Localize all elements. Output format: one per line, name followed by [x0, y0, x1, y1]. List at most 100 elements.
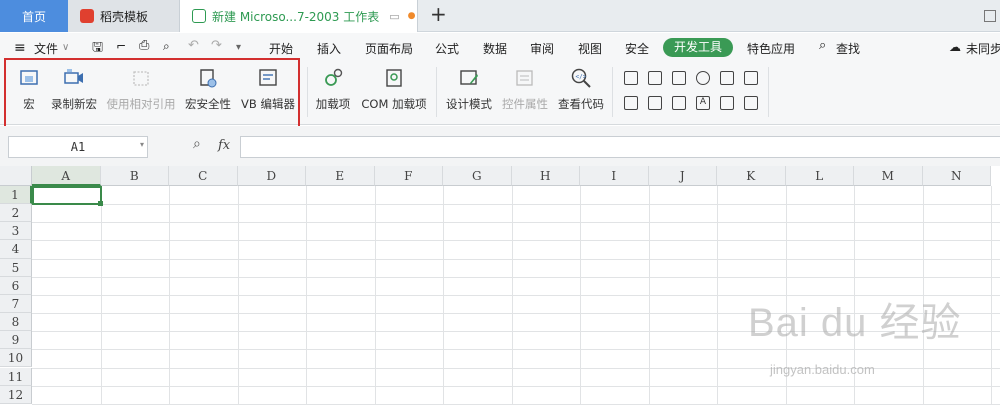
design-mode-button[interactable]: 设计模式 — [443, 61, 495, 123]
column-header[interactable]: E — [306, 166, 375, 186]
search-icon[interactable]: ⌕ — [819, 38, 826, 53]
menu-search[interactable]: 查找 — [836, 40, 860, 57]
grid-hline — [32, 222, 1000, 224]
print-icon[interactable]: ⎙ — [139, 38, 149, 53]
column-header[interactable]: L — [785, 166, 854, 186]
redo-icon[interactable]: ↷ — [211, 38, 222, 53]
tab-home[interactable]: 首页 — [0, 0, 68, 32]
formula-input[interactable] — [240, 136, 1000, 158]
radio-control-icon[interactable] — [696, 71, 710, 85]
column-header[interactable]: N — [922, 166, 991, 186]
column-header[interactable]: A — [32, 166, 101, 186]
customize-chevron-icon[interactable]: ▾ — [236, 42, 241, 53]
listbox-control-icon[interactable] — [720, 71, 734, 85]
button-control-icon[interactable] — [648, 71, 662, 85]
fx-icon[interactable]: fx — [218, 138, 230, 153]
frame-control-icon[interactable] — [744, 96, 758, 110]
new-tab-button[interactable]: + — [430, 2, 447, 26]
format-painter-icon[interactable]: ⌐ — [116, 39, 126, 53]
view-code-label: 查看代码 — [558, 97, 604, 111]
text-control-icon[interactable]: A — [696, 96, 710, 110]
row-header[interactable]: 10 — [0, 349, 32, 368]
view-code-button[interactable]: </> 查看代码 — [555, 61, 607, 123]
addins-label: 加载项 — [315, 97, 351, 111]
column-header[interactable]: C — [169, 166, 238, 186]
row-header[interactable]: 11 — [0, 367, 32, 386]
row-header[interactable]: 3 — [0, 222, 32, 241]
window-icon[interactable] — [984, 10, 996, 22]
spin-control-icon[interactable] — [648, 96, 662, 110]
chevron-down-icon[interactable]: ∨ — [62, 42, 69, 53]
com-addins-icon — [386, 69, 402, 87]
watermark: Bai du 经验 — [748, 301, 962, 345]
row-header[interactable]: 8 — [0, 313, 32, 332]
row-header[interactable]: 6 — [0, 276, 32, 295]
name-box-chevron-icon[interactable]: ▾ — [140, 140, 144, 149]
addins-button[interactable]: 加载项 — [312, 61, 354, 123]
save-icon[interactable]: 🖫 — [92, 38, 103, 60]
control-properties-button[interactable]: 控件属性 — [499, 61, 551, 123]
zoom-search-icon[interactable]: ⌕ — [193, 136, 201, 152]
com-addins-button[interactable]: COM 加载项 — [358, 61, 430, 123]
view-code-icon: </> — [571, 68, 591, 88]
column-header[interactable]: H — [511, 166, 580, 186]
row-header[interactable]: 5 — [0, 258, 32, 277]
column-header[interactable]: K — [717, 166, 786, 186]
grid-hline — [32, 276, 1000, 278]
menu-insert[interactable]: 插入 — [317, 40, 341, 57]
svg-text:</>: </> — [576, 74, 587, 81]
menu-file[interactable]: 文件 — [34, 40, 58, 57]
row-header[interactable]: 4 — [0, 240, 32, 259]
grid-hline — [32, 204, 1000, 206]
select-all-corner[interactable] — [0, 166, 32, 186]
row-header[interactable]: 7 — [0, 294, 32, 314]
menu-special[interactable]: 特色应用 — [747, 40, 795, 57]
combobox-control-icon[interactable] — [624, 96, 638, 110]
image-control-icon[interactable] — [720, 96, 734, 110]
column-header[interactable]: M — [854, 166, 923, 186]
sync-status[interactable]: 未同步 — [966, 40, 1000, 57]
column-header[interactable]: D — [237, 166, 306, 186]
undo-icon[interactable]: ↶ — [188, 38, 199, 53]
column-header[interactable]: G — [443, 166, 512, 186]
column-header[interactable]: I — [580, 166, 649, 186]
docer-logo-icon — [80, 9, 94, 23]
print-preview-icon[interactable]: ⌕ — [163, 39, 170, 54]
menu-bar: ≡ 文件 ∨ 🖫 ⌐ ⎙ ⌕ ↶ ↷ ▾ 开始 插入 页面布局 公式 数据 审阅… — [0, 33, 1000, 61]
menu-view[interactable]: 视图 — [578, 40, 602, 57]
column-header[interactable]: J — [648, 166, 717, 186]
textbox-control-icon[interactable] — [744, 71, 758, 85]
hamburger-icon[interactable]: ≡ — [14, 40, 26, 56]
unsaved-dot-icon: ● — [407, 11, 416, 21]
menu-review[interactable]: 审阅 — [530, 40, 554, 57]
menu-formula[interactable]: 公式 — [435, 40, 459, 57]
column-header[interactable]: F — [374, 166, 443, 186]
active-cell[interactable] — [32, 186, 102, 205]
label-control-icon[interactable] — [672, 71, 686, 85]
menu-page-layout[interactable]: 页面布局 — [365, 40, 413, 57]
name-box[interactable]: A1 — [8, 136, 148, 158]
checkbox-control-icon[interactable] — [624, 71, 638, 85]
menu-start[interactable]: 开始 — [269, 40, 293, 57]
cloud-icon[interactable]: ☁ — [949, 40, 961, 54]
row-header[interactable]: 12 — [0, 385, 32, 404]
grid-hline — [32, 349, 1000, 351]
menu-data[interactable]: 数据 — [483, 40, 507, 57]
row-header[interactable]: 1 — [0, 186, 32, 205]
tab-document-label: 新建 Microso...7-2003 工作表 — [212, 9, 380, 24]
spreadsheet-icon — [192, 9, 206, 23]
monitor-icon[interactable]: ▭ — [389, 10, 399, 23]
formula-bar: A1 ▾ ⌕ fx — [0, 126, 1000, 166]
row-header[interactable]: 2 — [0, 204, 32, 223]
highlight-box — [4, 58, 300, 128]
grid-hline — [32, 240, 1000, 242]
ribbon-divider — [307, 67, 308, 117]
row-header[interactable]: 9 — [0, 331, 32, 350]
column-header[interactable]: B — [100, 166, 169, 186]
tab-template[interactable]: 稻壳模板 — [68, 0, 180, 32]
scrollbar-control-icon[interactable] — [672, 96, 686, 110]
tab-document[interactable]: 新建 Microso...7-2003 工作表 ▭ ● — [180, 0, 418, 32]
menu-developer-tools[interactable]: 开发工具 — [663, 38, 733, 57]
menu-security[interactable]: 安全 — [625, 40, 649, 57]
fill-handle[interactable] — [98, 201, 103, 206]
